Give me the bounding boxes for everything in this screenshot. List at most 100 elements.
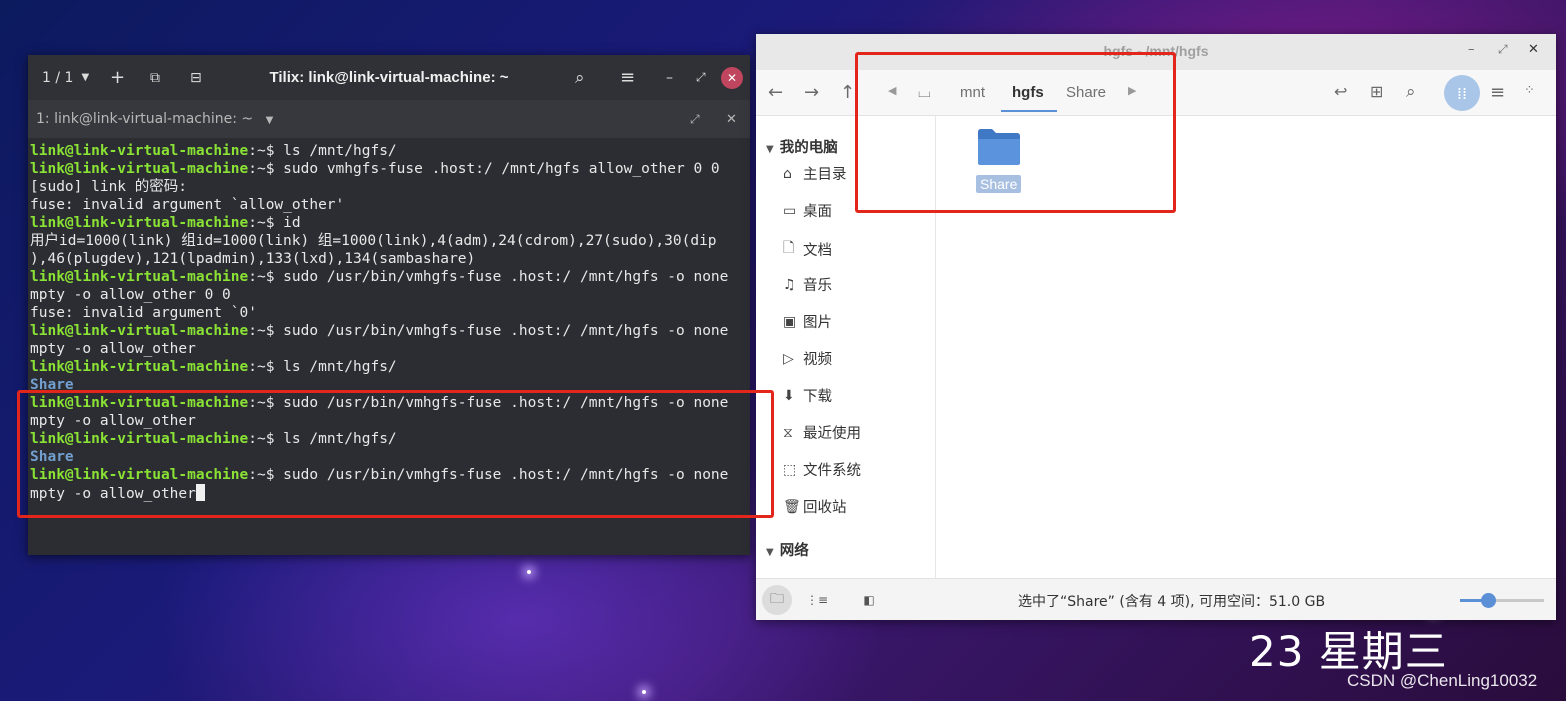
sidebar-item-label: 桌面: [803, 204, 832, 220]
up-arrow-icon[interactable]: ↑: [840, 82, 855, 103]
maximize-icon[interactable]: ⤢: [1498, 42, 1508, 57]
sidebar-section-network[interactable]: ▼ 网络: [766, 539, 809, 560]
desktop-clock: 23 星期三: [1249, 627, 1448, 676]
prompt-user: link@link-virtual-machine: [30, 161, 249, 177]
compact-view-icon[interactable]: ⁘: [1524, 83, 1535, 98]
terminal-line: fuse: invalid argument `0': [30, 304, 748, 322]
terminal-line: link@link-virtual-machine:~$ id: [30, 214, 748, 232]
tree-view-button[interactable]: ⋮≡: [802, 585, 832, 615]
sidebar-item-desktop[interactable]: ▭ 桌面: [783, 200, 832, 221]
output-text: fuse: invalid argument `allow_other': [30, 197, 345, 213]
sidebar-item-downloads[interactable]: ⬇ 下载: [783, 385, 832, 406]
sidebar-item-label: 下载: [803, 389, 832, 405]
sidebar-item-label: 图片: [803, 315, 832, 331]
sidebar-item-label: 最近使用: [803, 426, 861, 442]
sidebar-item-trash[interactable]: 🗑 回收站: [783, 496, 847, 517]
terminal-line: [sudo] link 的密码:: [30, 178, 748, 196]
undo-icon[interactable]: ↩: [1334, 82, 1347, 101]
output-text: fuse: invalid argument `0': [30, 305, 257, 321]
grid-icon: ⁞⁞: [1456, 83, 1468, 103]
section-label: 网络: [779, 543, 809, 559]
sidebar-item-label: 回收站: [803, 500, 847, 516]
sidebar-item-documents[interactable]: 🗋 文档: [783, 237, 832, 261]
folder-icon: 🗀: [770, 591, 784, 607]
trash-icon: 🗑: [783, 498, 801, 515]
back-arrow-icon[interactable]: ←: [768, 82, 783, 103]
command-text: :~$ id: [248, 215, 301, 231]
sparkle: [642, 690, 646, 694]
tree-icon: ⋮≡: [805, 593, 829, 607]
chevron-down-icon: ▼: [766, 144, 774, 155]
music-icon: ♫: [783, 276, 796, 293]
sidebar-item-home[interactable]: ⌂ 主目录: [783, 163, 847, 184]
sidebar-item-label: 音乐: [803, 278, 832, 294]
terminal-header: 1 / 1 ▼ + ⧉ ⊟ Tilix: link@link-virtual-m…: [28, 55, 750, 100]
sidebar-section-computer[interactable]: ▼ 我的电脑: [766, 136, 838, 157]
terminal-line: link@link-virtual-machine:~$ ls /mnt/hgf…: [30, 142, 748, 160]
documents-icon: 🗋: [783, 240, 795, 256]
sidebar-item-label: 文件系统: [803, 463, 861, 479]
sidebar-item-pictures[interactable]: ▣ 图片: [783, 311, 832, 332]
sidebar-item-recent[interactable]: ⧖ 最近使用: [783, 422, 861, 443]
minimize-icon[interactable]: –: [666, 55, 673, 100]
output-text: mpty -o allow_other 0 0: [30, 287, 231, 303]
chevron-down-icon: ▼: [766, 547, 774, 558]
prompt-user: link@link-virtual-machine: [30, 323, 249, 339]
terminal-title: Tilix: link@link-virtual-machine: ~: [269, 69, 509, 86]
annotation-box-terminal: [17, 390, 774, 518]
output-text: [sudo] link 的密码:: [30, 179, 187, 195]
close-button[interactable]: ✕: [721, 55, 743, 100]
hide-sidebar-button[interactable]: ◧: [854, 585, 884, 615]
output-text: mpty -o allow_other: [30, 341, 196, 357]
search-icon[interactable]: ⌕: [1406, 82, 1416, 102]
prompt-user: link@link-virtual-machine: [30, 215, 249, 231]
watermark: CSDN @ChenLing10032: [1347, 671, 1538, 690]
downloads-icon: ⬇: [783, 387, 795, 404]
minimize-icon[interactable]: –: [1468, 42, 1475, 57]
prompt-user: link@link-virtual-machine: [30, 359, 249, 375]
terminal-line: mpty -o allow_other: [30, 340, 748, 358]
command-text: :~$ sudo /usr/bin/vmhgfs-fuse .host:/ /m…: [248, 269, 729, 285]
maximize-icon[interactable]: ⤢: [696, 55, 706, 100]
command-text: :~$ sudo /usr/bin/vmhgfs-fuse .host:/ /m…: [248, 323, 729, 339]
terminal-line: link@link-virtual-machine:~$ sudo vmhgfs…: [30, 160, 748, 178]
output-text: ),46(plugdev),121(lpadmin),133(lxd),134(…: [30, 251, 476, 267]
command-text: :~$ ls /mnt/hgfs/: [248, 359, 397, 375]
sidebar-item-label: 主目录: [803, 167, 847, 183]
forward-arrow-icon[interactable]: →: [804, 82, 819, 103]
close-icon[interactable]: ✕: [1528, 42, 1539, 57]
new-folder-icon[interactable]: ⊞: [1370, 82, 1383, 101]
terminal-line: link@link-virtual-machine:~$ sudo /usr/b…: [30, 268, 748, 286]
search-icon[interactable]: ⌕: [575, 55, 585, 100]
annotation-box-filemanager: [855, 52, 1176, 213]
pictures-icon: ▣: [783, 313, 797, 330]
tab-label: 1: link@link-virtual-machine: ~: [36, 111, 254, 127]
prompt-user: link@link-virtual-machine: [30, 269, 249, 285]
section-label: 我的电脑: [779, 140, 838, 156]
zoom-slider-knob[interactable]: [1480, 593, 1496, 608]
desktop-icon: ▭: [783, 202, 797, 219]
zoom-slider[interactable]: [1460, 593, 1544, 608]
close-icon: ✕: [721, 66, 743, 89]
terminal-line: mpty -o allow_other 0 0: [30, 286, 748, 304]
command-text: :~$ sudo vmhgfs-fuse .host:/ /mnt/hgfs a…: [248, 161, 720, 177]
sidebar-item-videos[interactable]: ▷ 视频: [783, 348, 832, 369]
prompt-user: link@link-virtual-machine: [30, 143, 249, 159]
close-terminal-icon[interactable]: ✕: [726, 112, 737, 127]
maximize-terminal-icon[interactable]: ⤢: [690, 112, 700, 127]
status-text: 选中了“Share” (含有 4 项), 可用空间：51.0 GB: [1018, 594, 1326, 610]
sidebar-icon: ◧: [863, 593, 875, 607]
sidebar-item-music[interactable]: ♫ 音乐: [783, 274, 832, 295]
places-toggle-button[interactable]: 🗀: [762, 585, 792, 615]
recent-icon: ⧖: [783, 424, 793, 441]
sidebar-item-label: 文档: [803, 242, 832, 259]
sidebar-item-filesystem[interactable]: ⬚ 文件系统: [783, 459, 861, 480]
hamburger-menu-icon[interactable]: ≡: [620, 55, 635, 100]
terminal-line: fuse: invalid argument `allow_other': [30, 196, 748, 214]
videos-icon: ▷: [783, 350, 794, 367]
icon-view-button[interactable]: ⁞⁞: [1444, 75, 1480, 111]
terminal-line: link@link-virtual-machine:~$ ls /mnt/hgf…: [30, 358, 748, 376]
sidebar-item-label: 视频: [803, 352, 832, 368]
list-view-icon[interactable]: ≡: [1490, 82, 1505, 103]
terminal-tab[interactable]: 1: link@link-virtual-machine: ~ ▼: [36, 111, 273, 127]
